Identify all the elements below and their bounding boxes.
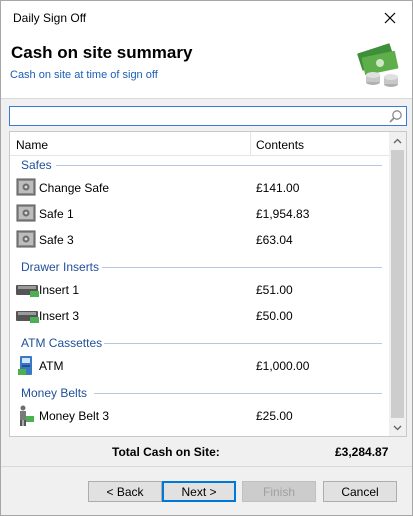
search-icon[interactable] — [389, 109, 403, 123]
item-name: Change Safe — [39, 181, 110, 195]
item-contents: £1,000.00 — [256, 359, 310, 373]
group-label-drawer-inserts: Drawer Inserts — [21, 260, 100, 274]
column-contents-header[interactable]: Contents — [256, 138, 304, 152]
total-value: £3,284.87 — [335, 445, 389, 459]
next-button[interactable]: Next > — [162, 481, 236, 502]
cash-list[interactable]: Name Contents Safes Change Safe £141.00 … — [9, 131, 407, 437]
column-header: Name Contents — [10, 132, 390, 156]
group-divider — [94, 393, 382, 394]
item-contents: £50.00 — [256, 309, 293, 323]
item-contents: £25.00 — [256, 409, 293, 423]
safe-icon — [16, 178, 36, 196]
group-label-safes: Safes — [21, 158, 52, 172]
scroll-down-button[interactable] — [389, 419, 406, 436]
close-icon — [384, 12, 396, 23]
finish-button[interactable]: Finish — [242, 481, 316, 502]
total-label: Total Cash on Site: — [112, 445, 220, 459]
item-name: Money Belt 3 — [39, 409, 110, 423]
item-contents: £63.04 — [256, 233, 293, 247]
item-name: Insert 3 — [39, 309, 80, 323]
column-divider[interactable] — [250, 132, 251, 156]
page-title: Cash on site summary — [11, 43, 193, 62]
cash-drawer-icon — [16, 285, 39, 297]
safe-icon — [16, 204, 36, 222]
item-name: ATM — [39, 359, 64, 373]
column-name-header[interactable]: Name — [16, 138, 48, 152]
money-belt-icon — [20, 405, 34, 426]
title-bar: Daily Sign Off — [1, 1, 412, 34]
list-item[interactable]: Insert 3 £50.00 — [10, 304, 390, 328]
close-button[interactable] — [368, 1, 412, 34]
chevron-down-icon — [393, 425, 402, 430]
group-label-atm-cassettes: ATM Cassettes — [21, 336, 103, 350]
chevron-up-icon — [393, 138, 402, 143]
dialog-window: Daily Sign Off Cash on site summary Cash… — [0, 0, 413, 516]
total-row: Total Cash on Site: £3,284.87 — [1, 441, 412, 463]
footer-divider — [1, 466, 412, 467]
vertical-scrollbar[interactable] — [389, 132, 406, 436]
back-button[interactable]: < Back — [88, 481, 162, 502]
wizard-header: Cash on site summary Cash on site at tim… — [1, 34, 412, 98]
list-item[interactable]: Safe 3 £63.04 — [10, 228, 390, 252]
item-name: Safe 3 — [39, 233, 74, 247]
money-stack-icon — [357, 43, 399, 87]
scroll-up-button[interactable] — [389, 132, 406, 149]
group-divider — [56, 165, 382, 166]
list-item[interactable]: Change Safe £141.00 — [10, 176, 390, 200]
safe-icon — [16, 230, 36, 248]
group-label-money-belts: Money Belts — [21, 386, 88, 400]
search-field[interactable] — [9, 106, 407, 126]
list-item[interactable]: ATM £1,000.00 — [10, 354, 390, 378]
item-contents: £51.00 — [256, 283, 293, 297]
window-title: Daily Sign Off — [13, 11, 87, 25]
scroll-thumb[interactable] — [391, 150, 404, 418]
cancel-button[interactable]: Cancel — [323, 481, 397, 502]
atm-icon — [18, 356, 32, 375]
item-name: Insert 1 — [39, 283, 80, 297]
page-subtitle: Cash on site at time of sign off — [10, 69, 158, 81]
header-divider — [1, 98, 412, 99]
cash-drawer-icon — [16, 311, 39, 323]
list-item[interactable]: Safe 1 £1,954.83 — [10, 202, 390, 226]
group-divider — [102, 267, 382, 268]
item-name: Safe 1 — [39, 207, 74, 221]
list-item[interactable]: Insert 1 £51.00 — [10, 278, 390, 302]
item-contents: £1,954.83 — [256, 207, 310, 221]
search-input[interactable] — [12, 108, 382, 124]
item-contents: £141.00 — [256, 181, 300, 195]
list-item[interactable]: Money Belt 3 £25.00 — [10, 404, 390, 428]
group-divider — [104, 343, 382, 344]
